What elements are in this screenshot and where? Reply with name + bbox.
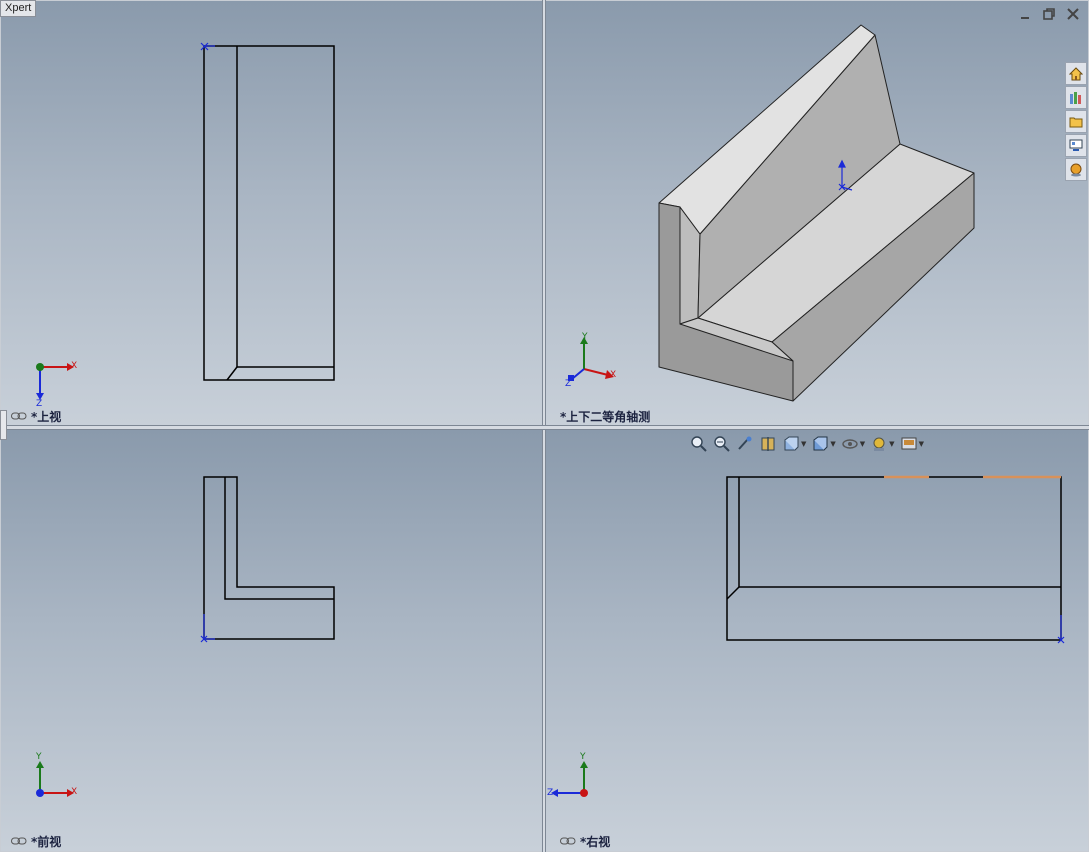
triad (36, 761, 74, 797)
panel-collapse-handle[interactable] (0, 410, 7, 440)
view-orientation-icon[interactable]: ▼ (782, 435, 806, 453)
viewport-window-controls (1018, 7, 1080, 21)
triad (36, 363, 74, 400)
front-view-edges (203, 476, 335, 640)
view-name: *右视 (580, 835, 611, 849)
view-name: *上下二等角轴测 (560, 410, 651, 424)
viewport-label-front: *前视 (11, 833, 61, 850)
viewport-right-view[interactable]: Y Z *右视 (546, 430, 1088, 851)
viewport-label-iso: *上下二等角轴测 (560, 408, 650, 425)
link-views-icon[interactable] (11, 412, 27, 421)
view-name: *上视 (31, 410, 62, 424)
design-library-icon[interactable] (1065, 86, 1087, 109)
previous-view-icon[interactable] (736, 435, 754, 453)
origin-marker (200, 42, 215, 51)
triad (551, 761, 588, 797)
axis-z-label: Z (547, 788, 554, 798)
minimize-icon[interactable] (1018, 7, 1032, 21)
origin-marker (200, 614, 215, 643)
origin-marker (1057, 615, 1065, 644)
viewport-isometric-view[interactable]: X Y Z *上下二等角轴测 (546, 1, 1088, 425)
axis-z-label: Z (565, 379, 572, 389)
restore-icon[interactable] (1042, 7, 1056, 21)
isometric-model (568, 24, 975, 402)
right-view-drawing (551, 475, 1065, 797)
display-style-icon[interactable]: ▼ (811, 435, 836, 453)
link-views-icon[interactable] (11, 837, 27, 846)
triad (568, 337, 614, 381)
top-view-drawing (36, 42, 335, 400)
front-view-drawing (36, 476, 335, 797)
zoom-to-fit-icon[interactable] (690, 435, 708, 453)
axis-y-label: Y (582, 332, 588, 342)
viewport-top-view[interactable]: X Z *上视 (1, 1, 542, 425)
view-name: *前视 (31, 835, 62, 849)
view-palette-icon[interactable] (1065, 134, 1087, 157)
home-icon[interactable] (1065, 62, 1087, 85)
viewport-front-view[interactable]: X Y *前视 (1, 430, 542, 851)
edit-appearance-icon[interactable]: ▼ (870, 435, 895, 453)
top-view-edges (203, 45, 335, 381)
file-explorer-icon[interactable] (1065, 110, 1087, 133)
zoom-to-area-icon[interactable] (713, 435, 731, 453)
apply-scene-icon[interactable]: ▼ (900, 435, 924, 453)
viewport-label-right: *右视 (560, 833, 610, 850)
axis-x-label: X (71, 361, 78, 371)
axis-x-label: X (71, 787, 78, 797)
hide-show-items-icon[interactable]: ▼ (841, 435, 865, 453)
right-view-edges (726, 476, 1062, 641)
viewport-label-top: *上视 (11, 408, 61, 425)
expert-tab[interactable]: Xpert (0, 0, 37, 17)
link-views-icon[interactable] (560, 837, 576, 846)
appearance-icon[interactable] (1065, 158, 1087, 181)
axis-x-label: X (610, 370, 617, 380)
heads-up-view-toolbar: ▼ ▼ ▼ ▼ ▼ (690, 435, 924, 453)
close-icon[interactable] (1066, 7, 1080, 21)
l-bracket-model (658, 24, 975, 402)
axis-y-label: Y (580, 752, 586, 762)
section-view-icon[interactable] (759, 435, 777, 453)
task-pane-tabs (1065, 62, 1087, 181)
axis-y-label: Y (36, 752, 42, 762)
